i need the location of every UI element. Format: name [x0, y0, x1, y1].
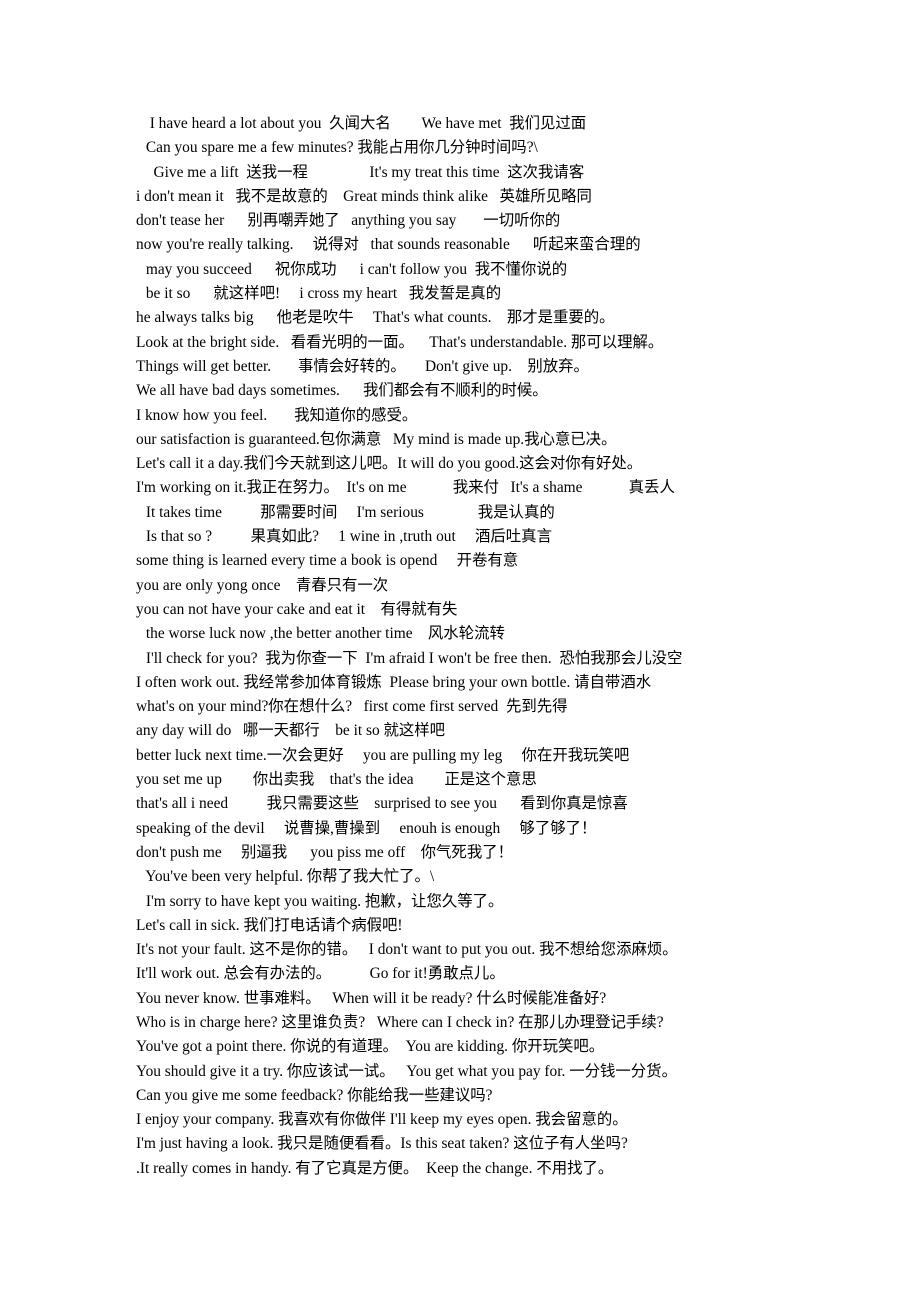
text-line: you are only yong once 青春只有一次 [136, 576, 389, 594]
text-line: some thing is learned every time a book … [136, 552, 519, 570]
text-line: may you succeed 祝你成功 i can't follow you … [142, 260, 568, 278]
text-line: don't push me 别逼我 you piss me off 你气死我了！ [136, 843, 513, 861]
text-line: Things will get better. 事情会好转的。 Don't gi… [136, 357, 589, 375]
text-line: I'll check for you? 我为你查一下 I'm afraid I … [142, 649, 683, 667]
text-line: I often work out. 我经常参加体育锻炼 Please bring… [136, 673, 652, 691]
text-line: any day will do 哪一天都行 be it so 就这样吧 [136, 722, 446, 740]
text-line: speaking of the devil 说曹操,曹操到 enouh is e… [136, 819, 597, 837]
text-line: Can you give me some feedback? 你能给我一些建议吗… [136, 1086, 493, 1104]
text-line: Look at the bright side. 看看光明的一面。 That's… [136, 333, 664, 351]
text-line: you set me up 你出卖我 that's the idea 正是这个意… [136, 771, 537, 789]
text-line: don't tease her 别再嘲弄她了 anything you say … [136, 212, 561, 230]
text-line: We all have bad days sometimes. 我们都会有不顺利… [136, 382, 548, 400]
text-line: You should give it a try. 你应该试一试。 You ge… [136, 1062, 677, 1080]
document-text-body: I have heard a lot about you 久闻大名 We hav… [136, 112, 896, 1181]
text-line: I'm just having a look. 我只是随便看看。Is this … [136, 1135, 628, 1153]
text-line: Let's call in sick. 我们打电话请个病假吧! [136, 916, 403, 934]
text-line: Who is in charge here? 这里谁负责? Where can … [136, 1013, 664, 1031]
text-line: be it so 就这样吧! i cross my heart 我发誓是真的 [142, 285, 502, 303]
text-line: You've been very helpful. 你帮了我大忙了。\ [142, 868, 435, 886]
text-line: I'm working on it.我正在努力。 It's on me 我来付 … [136, 479, 675, 497]
text-line: .It really comes in handy. 有了它真是方便。 Keep… [136, 1159, 614, 1177]
text-line: better luck next time.一次会更好 you are pull… [136, 746, 630, 764]
text-line: Can you spare me a few minutes? 我能占用你几分钟… [142, 139, 538, 157]
text-line: You've got a point there. 你说的有道理。 You ar… [136, 1038, 605, 1056]
text-line: Give me a lift 送我一程 It's my treat this t… [142, 163, 585, 181]
text-line: It'll work out. 总会有办法的。 Go for it!勇敢点儿。 [136, 965, 505, 983]
document-page: I have heard a lot about you 久闻大名 We hav… [0, 0, 920, 1302]
text-line: he always talks big 他老是吹牛 That's what co… [136, 309, 615, 327]
text-line: what's on your mind?你在想什么? first come fi… [136, 698, 568, 716]
text-line: It takes time 那需要时间 I'm serious 我是认真的 [142, 503, 555, 521]
text-line: our satisfaction is guaranteed.包你满意 My m… [136, 430, 617, 448]
text-line: Let's call it a day.我们今天就到这儿吧。It will do… [136, 455, 643, 473]
text-line: I know how you feel. 我知道你的感受。 [136, 406, 418, 424]
text-line: I have heard a lot about you 久闻大名 We hav… [142, 115, 587, 132]
text-line: now you're really talking. 说得对 that soun… [136, 236, 641, 254]
text-line: i don't mean it 我不是故意的 Great minds think… [136, 187, 592, 205]
text-line: Is that so ? 果真如此? 1 wine in ,truth out … [142, 528, 552, 546]
text-line: you can not have your cake and eat it 有得… [136, 600, 458, 618]
text-line: It's not your fault. 这不是你的错。 I don't wan… [136, 941, 678, 959]
text-line: I'm sorry to have kept you waiting. 抱歉，让… [142, 892, 504, 910]
text-line: the worse luck now ,the better another t… [142, 625, 505, 643]
text-line: that's all i need 我只需要这些 surprised to se… [136, 795, 628, 813]
text-line: You never know. 世事难料。 When will it be re… [136, 989, 607, 1007]
text-line: I enjoy your company. 我喜欢有你做伴 I'll keep … [136, 1111, 628, 1129]
